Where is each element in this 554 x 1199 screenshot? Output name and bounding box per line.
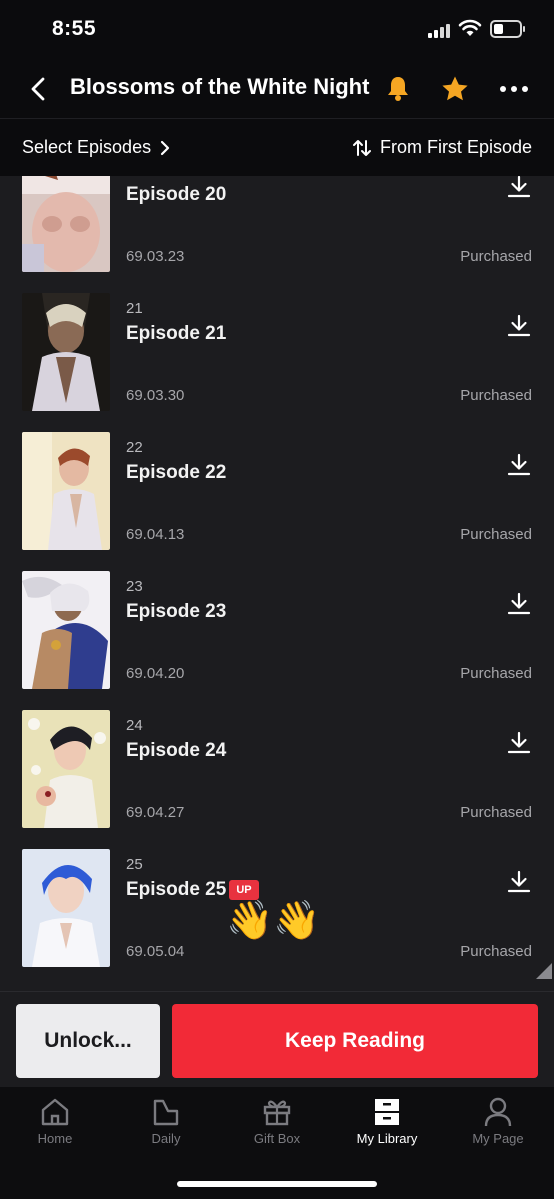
tab-home[interactable]: Home bbox=[0, 1097, 110, 1157]
episode-toolbar: Select Episodes From First Episode bbox=[0, 118, 554, 176]
episode-number: 25 bbox=[126, 856, 143, 873]
sort-arrows-icon bbox=[352, 139, 371, 156]
favorite-button[interactable] bbox=[440, 74, 470, 104]
signal-icon bbox=[428, 22, 452, 38]
page-title: Blossoms of the White Night bbox=[70, 74, 370, 99]
episode-thumbnail bbox=[22, 849, 110, 967]
keep-reading-button[interactable]: Keep Reading bbox=[172, 1004, 538, 1078]
battery-icon bbox=[490, 20, 525, 38]
tab-label: My Library bbox=[356, 1131, 418, 1146]
corner-indicator bbox=[536, 963, 552, 979]
episode-status: Purchased bbox=[460, 248, 532, 265]
episode-thumbnail bbox=[22, 571, 110, 689]
home-indicator bbox=[177, 1181, 377, 1187]
episode-status: Purchased bbox=[460, 943, 532, 960]
library-icon bbox=[375, 1099, 399, 1125]
select-episodes-button[interactable]: Select Episodes bbox=[22, 137, 171, 158]
tab-my-page[interactable]: My Page bbox=[443, 1097, 553, 1157]
episode-date: 69.05.04 bbox=[126, 943, 185, 960]
episode-row-22[interactable]: 22 Episode 22 69.04.13 Purchased bbox=[0, 432, 554, 571]
action-bar: Unlock... Keep Reading bbox=[0, 991, 554, 1087]
download-icon[interactable] bbox=[506, 591, 532, 617]
episode-title: Episode 20 bbox=[126, 184, 227, 205]
bell-icon bbox=[388, 77, 408, 101]
tab-label: My Page bbox=[472, 1131, 524, 1146]
update-badge: UP bbox=[229, 880, 259, 900]
tab-label: Gift Box bbox=[253, 1131, 301, 1146]
episode-number: 21 bbox=[126, 300, 143, 317]
download-icon[interactable] bbox=[506, 730, 532, 756]
more-options-button[interactable] bbox=[498, 76, 530, 102]
episode-status: Purchased bbox=[460, 804, 532, 821]
download-icon[interactable] bbox=[506, 869, 532, 895]
episode-status: Purchased bbox=[460, 665, 532, 682]
notification-button[interactable] bbox=[384, 74, 412, 102]
episode-date: 69.04.13 bbox=[126, 526, 185, 543]
tab-label: Home bbox=[37, 1131, 73, 1146]
more-dots-icon bbox=[500, 86, 528, 92]
episode-number: 24 bbox=[126, 717, 143, 734]
back-button[interactable] bbox=[24, 74, 54, 104]
tab-daily[interactable]: Daily bbox=[111, 1097, 221, 1157]
episode-list: Episode 20 69.03.23 Purchased 21 Episode… bbox=[0, 176, 554, 991]
episode-row-24[interactable]: 24 Episode 24 69.04.27 Purchased bbox=[0, 710, 554, 849]
tab-label: Daily bbox=[151, 1131, 181, 1146]
episode-title: Episode 22 bbox=[126, 462, 227, 483]
episode-date: 69.04.20 bbox=[126, 665, 185, 682]
wifi-icon bbox=[458, 18, 482, 43]
episode-thumbnail bbox=[22, 432, 110, 550]
episode-date: 69.04.27 bbox=[126, 804, 185, 821]
tab-my-library[interactable]: My Library bbox=[332, 1097, 442, 1157]
episode-row-23[interactable]: 23 Episode 23 69.04.20 Purchased bbox=[0, 571, 554, 710]
episode-status: Purchased bbox=[460, 387, 532, 404]
episode-title: Episode 21 bbox=[126, 323, 227, 344]
chevron-right-icon bbox=[160, 140, 170, 155]
episode-row-21[interactable]: 21 Episode 21 69.03.30 Purchased bbox=[0, 293, 554, 432]
episode-status: Purchased bbox=[460, 526, 532, 543]
status-bar: 8:55 bbox=[0, 0, 554, 60]
select-episodes-label: Select Episodes bbox=[22, 137, 152, 157]
star-icon bbox=[442, 76, 468, 101]
episode-row-20[interactable]: Episode 20 69.03.23 Purchased bbox=[0, 176, 554, 293]
unlock-button[interactable]: Unlock... bbox=[16, 1004, 160, 1078]
episode-thumbnail bbox=[22, 293, 110, 411]
episode-title: Episode 25 bbox=[126, 879, 227, 900]
person-icon bbox=[484, 1097, 512, 1127]
episode-date: 69.03.23 bbox=[126, 248, 185, 265]
gift-icon bbox=[263, 1100, 291, 1126]
episode-number: 22 bbox=[126, 439, 143, 456]
download-icon[interactable] bbox=[506, 313, 532, 339]
tab-gift-box[interactable]: Gift Box bbox=[222, 1097, 332, 1157]
episode-title: Episode 24 bbox=[126, 740, 227, 761]
header: Blossoms of the White Night bbox=[0, 60, 554, 118]
status-time: 8:55 bbox=[52, 17, 97, 40]
episode-thumbnail bbox=[22, 710, 110, 828]
daily-icon bbox=[153, 1099, 179, 1126]
sort-order-button[interactable]: From First Episode bbox=[352, 137, 532, 158]
episode-title: Episode 23 bbox=[126, 601, 227, 622]
download-icon[interactable] bbox=[506, 176, 532, 200]
home-icon bbox=[41, 1098, 69, 1126]
episode-thumbnail bbox=[22, 176, 110, 272]
chevron-left-icon bbox=[31, 77, 45, 101]
episode-date: 69.03.30 bbox=[126, 387, 185, 404]
download-icon[interactable] bbox=[506, 452, 532, 478]
waving-hands-emoji: 👋👋 bbox=[226, 900, 321, 942]
sort-order-label: From First Episode bbox=[379, 137, 532, 157]
episode-number: 23 bbox=[126, 578, 143, 595]
